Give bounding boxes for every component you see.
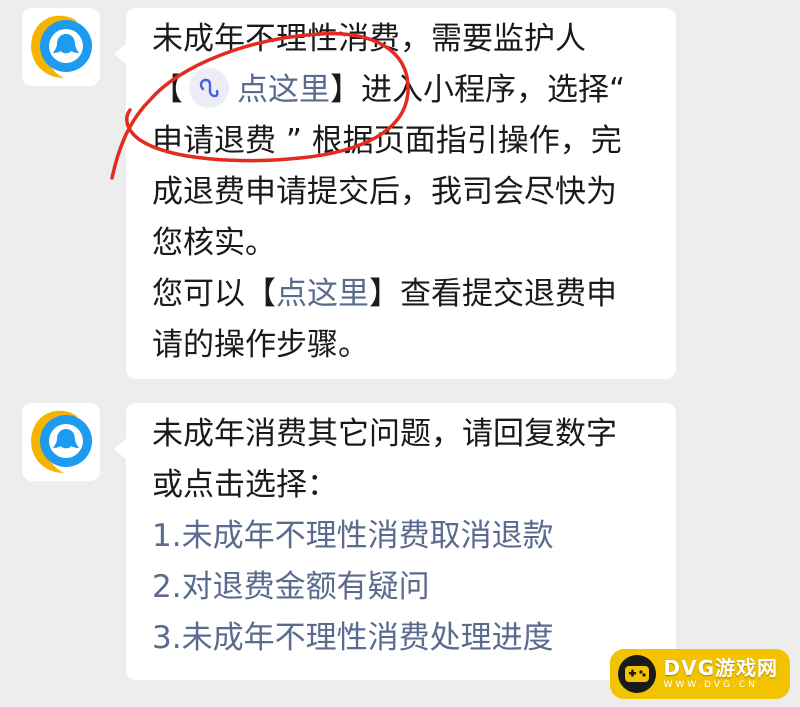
- message-line: 申请退费 ” 根据页面指引操作，完: [152, 123, 622, 159]
- message-line-with-link: 您可以【点这里】查看提交退费申: [152, 269, 652, 320]
- avatar[interactable]: [22, 403, 100, 481]
- click-here-link-mini-program[interactable]: 点这里: [237, 72, 330, 108]
- click-here-link-steps[interactable]: 点这里: [276, 276, 369, 312]
- message-line: 成退费申请提交后，我司会尽快为: [152, 174, 617, 210]
- message-bubble-other-issues: 未成年消费其它问题，请回复数字 或点击选择： 1.未成年不理性消费取消退款 2.…: [114, 403, 676, 680]
- qq-service-avatar-icon: [31, 410, 92, 473]
- option-link-2[interactable]: 2.对退费金额有疑问: [152, 562, 652, 613]
- message-text: 】查看提交退费申: [369, 276, 617, 312]
- watermark-logo: DVG游戏网 WWW.DVG.CN: [609, 649, 790, 699]
- message-line: 未成年不理性消费，需要监护人: [152, 21, 586, 57]
- watermark-url: WWW.DVG.CN: [663, 680, 758, 690]
- message-line-with-link: 【 点这里】进入小程序，选择“: [152, 65, 652, 116]
- mini-program-icon[interactable]: [189, 68, 229, 108]
- message-text: 】进入小程序，选择“: [330, 72, 626, 108]
- bracket-open: 【: [152, 72, 183, 108]
- avatar[interactable]: [22, 8, 100, 86]
- message-line: 请的操作步骤。: [152, 327, 369, 363]
- message-line: 未成年消费其它问题，请回复数字: [152, 416, 617, 452]
- option-link-1[interactable]: 1.未成年不理性消费取消退款: [152, 511, 652, 562]
- message-text: 您可以【: [152, 276, 276, 312]
- message-line: 或点击选择：: [152, 467, 338, 503]
- option-link-3[interactable]: 3.未成年不理性消费处理进度: [152, 613, 652, 664]
- watermark-title: DVG游戏网: [663, 656, 778, 680]
- message-bubble-refund-instructions: 未成年不理性消费，需要监护人 【点这里】进入小程序，选择“ 申请退费 ” 根据页…: [114, 8, 676, 379]
- message-line: 您核实。: [152, 225, 276, 261]
- gamepad-icon: [617, 655, 656, 693]
- qq-service-avatar-icon: [31, 15, 92, 78]
